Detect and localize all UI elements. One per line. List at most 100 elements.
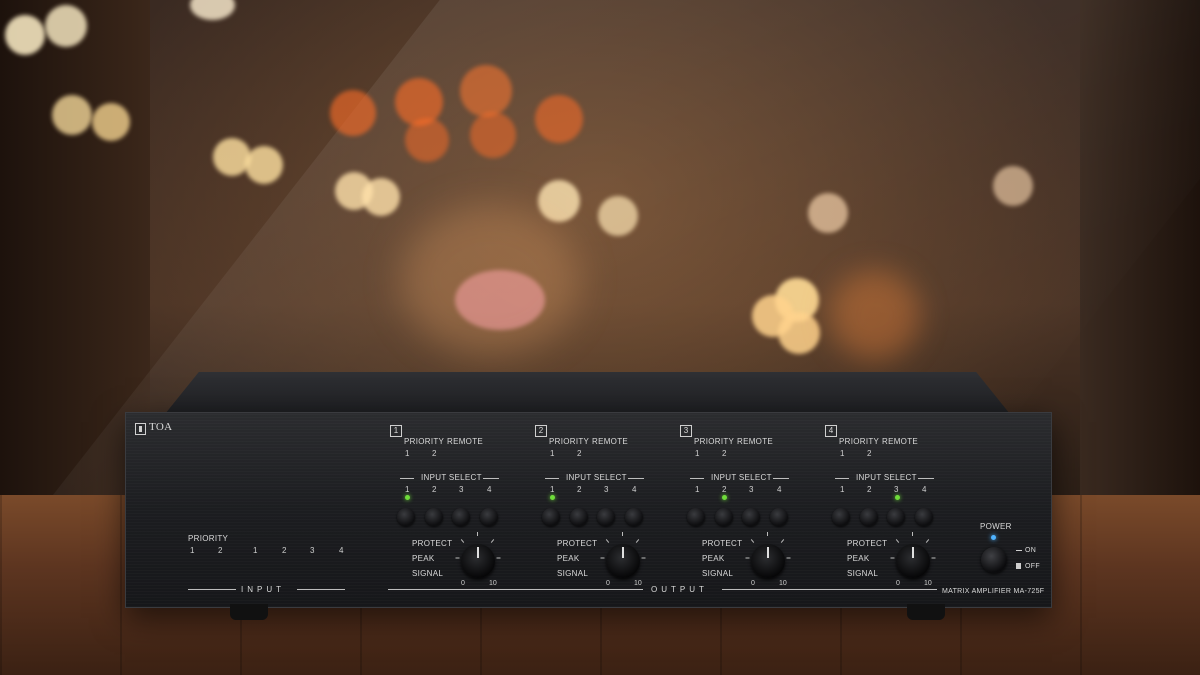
- bokeh-light: [538, 180, 580, 222]
- channel-1-remote-label: REMOTE: [447, 437, 484, 446]
- channel-4-input-2-button[interactable]: [860, 508, 878, 526]
- bokeh-light: [830, 270, 920, 360]
- output-divider-left: [388, 589, 643, 590]
- channel-3-protect-label: PROTECT: [702, 539, 743, 548]
- knob-tick: [496, 557, 501, 559]
- channel-4-input-1-button[interactable]: [832, 508, 850, 526]
- bokeh-light: [52, 95, 92, 135]
- channel-1-volume-knob[interactable]: [461, 544, 495, 578]
- knob-tick: [912, 532, 913, 536]
- channel-4-select-line-right: [918, 478, 934, 479]
- power-button[interactable]: [981, 547, 1007, 573]
- bokeh-light: [470, 112, 516, 158]
- channel-4-sub-number: 2: [867, 449, 872, 458]
- knob-pointer: [622, 547, 624, 558]
- channel-1-input-1-button[interactable]: [397, 508, 415, 526]
- channel-3-select-number: 4: [777, 485, 782, 494]
- channel-2-input-4-button[interactable]: [625, 508, 643, 526]
- channel-2-input-1-button[interactable]: [542, 508, 560, 526]
- power-label: POWER: [980, 522, 1012, 531]
- channel-4-input-4-button[interactable]: [915, 508, 933, 526]
- channel-2-select-line-left: [545, 478, 559, 479]
- input-number: 3: [310, 546, 315, 555]
- channel-4-input-3-button[interactable]: [887, 508, 905, 526]
- channel-2-sub-number: 2: [577, 449, 582, 458]
- channel-2-volume-knob[interactable]: [606, 544, 640, 578]
- channel-4-priority-label: PRIORITY: [839, 437, 880, 446]
- bokeh-light: [45, 5, 87, 47]
- channel-3-volume-knob[interactable]: [751, 544, 785, 578]
- channel-1-input-2-button[interactable]: [425, 508, 443, 526]
- bokeh-light: [598, 196, 638, 236]
- channel-1-knob-min: 0: [461, 580, 465, 587]
- input-number: 2: [282, 546, 287, 555]
- channel-1-priority-label: PRIORITY: [404, 437, 445, 446]
- channel-1-protect-label: PROTECT: [412, 539, 453, 548]
- channel-4-select-number: 3: [894, 485, 899, 494]
- bokeh-light: [808, 193, 848, 233]
- channel-4-number: 4: [825, 425, 837, 437]
- bokeh-light: [362, 178, 400, 216]
- channel-2-protect-label: PROTECT: [557, 539, 598, 548]
- knob-tick: [477, 532, 478, 536]
- bokeh-light: [405, 118, 449, 162]
- bokeh-light: [245, 146, 283, 184]
- channel-3-knob-max: 10: [779, 580, 787, 587]
- channel-1-input-4-button[interactable]: [480, 508, 498, 526]
- channel-3-input-2-button[interactable]: [715, 508, 733, 526]
- channel-1-sub-number: 1: [405, 449, 410, 458]
- channel-3-input-3-button[interactable]: [742, 508, 760, 526]
- power-led: [991, 535, 996, 540]
- channel-2-input-2-button[interactable]: [570, 508, 588, 526]
- channel-2-knob-max: 10: [634, 580, 642, 587]
- channel-3-select-number: 2: [722, 485, 727, 494]
- channel-2-sub-number: 1: [550, 449, 555, 458]
- channel-3-select-line-left: [690, 478, 704, 479]
- input-section-label: INPUT: [241, 585, 285, 594]
- channel-1-select-number: 4: [487, 485, 492, 494]
- channel-2-knob-min: 0: [606, 580, 610, 587]
- bokeh-light: [460, 65, 512, 117]
- input-number: 4: [339, 546, 344, 555]
- channel-1-input-3-button[interactable]: [452, 508, 470, 526]
- channel-2-remote-label: REMOTE: [592, 437, 629, 446]
- power-on-label: ON: [1025, 547, 1037, 554]
- power-on-icon: [1016, 550, 1022, 554]
- knob-tick: [767, 532, 768, 536]
- knob-tick: [600, 557, 605, 559]
- channel-4-protect-label: PROTECT: [847, 539, 888, 548]
- knob-tick: [641, 557, 646, 559]
- input-divider-left: [188, 589, 236, 590]
- channel-3-select-line-right: [773, 478, 789, 479]
- channel-4-volume-knob[interactable]: [896, 544, 930, 578]
- channel-2-peak-label: PEAK: [557, 554, 580, 563]
- power-off-label: OFF: [1025, 563, 1040, 570]
- channel-4-peak-label: PEAK: [847, 554, 870, 563]
- bokeh-light: [993, 166, 1033, 206]
- channel-3-input-4-button[interactable]: [770, 508, 788, 526]
- channel-4-select-number: 2: [867, 485, 872, 494]
- bokeh-light: [5, 15, 45, 55]
- channel-4-select-number: 1: [840, 485, 845, 494]
- channel-3-sub-number: 1: [695, 449, 700, 458]
- channel-2-input-3-button[interactable]: [597, 508, 615, 526]
- channel-4-knob-min: 0: [896, 580, 900, 587]
- power-off-icon: [1016, 563, 1021, 569]
- channel-3-input-1-button[interactable]: [687, 508, 705, 526]
- bokeh-light: [535, 95, 583, 143]
- brand-logo-text: TOA: [149, 421, 173, 433]
- input-priority-number: 2: [218, 546, 223, 555]
- knob-tick: [931, 557, 936, 559]
- model-label: MATRIX AMPLIFIER MA-725F: [942, 588, 1045, 595]
- channel-4-knob-max: 10: [924, 580, 932, 587]
- channel-1-sub-number: 2: [432, 449, 437, 458]
- knob-pointer: [477, 547, 479, 558]
- input-number: 1: [253, 546, 258, 555]
- knob-tick: [745, 557, 750, 559]
- channel-1-select-line-right: [483, 478, 499, 479]
- channel-1-number: 1: [390, 425, 402, 437]
- amplifier-foot-left: [230, 604, 268, 620]
- output-divider-right: [722, 589, 937, 590]
- knob-tick: [890, 557, 895, 559]
- bokeh-light: [190, 0, 235, 20]
